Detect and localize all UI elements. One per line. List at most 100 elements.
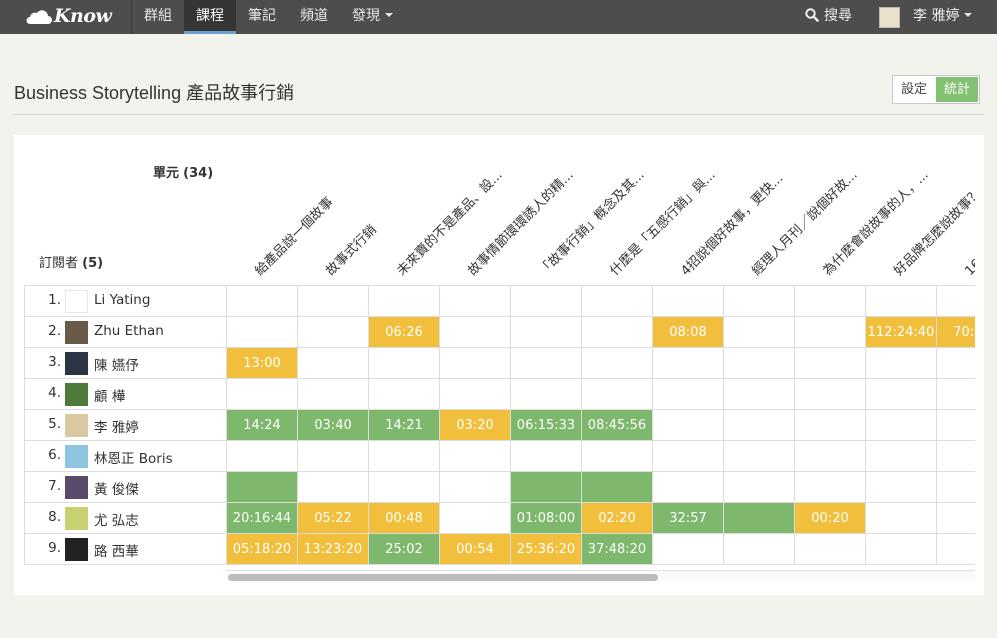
column-header[interactable]: 16: [962, 256, 975, 280]
time-cell: [937, 348, 975, 379]
time-cell: [369, 348, 440, 379]
settings-button[interactable]: 設定: [893, 76, 935, 103]
time-cell: [937, 410, 975, 441]
time-cell: [866, 472, 937, 503]
time-cell: [369, 379, 440, 410]
row-index: 3.: [48, 354, 61, 370]
time-cell: [653, 410, 724, 441]
nav-divider: [131, 0, 132, 34]
time-cell: 112:24:40: [866, 317, 937, 348]
time-cell: 20:16:44: [227, 503, 298, 534]
time-cell: [937, 286, 975, 317]
time-cell: [724, 317, 795, 348]
subscriber-name[interactable]: Li Yating: [94, 292, 150, 308]
user-name: 李 雅婷: [913, 8, 960, 24]
row-index: 4.: [48, 385, 61, 401]
nav-item-discover[interactable]: 發現: [352, 0, 393, 34]
time-cell: [653, 286, 724, 317]
scrollbar-thumb[interactable]: [228, 574, 658, 581]
units-count: (34): [183, 166, 214, 181]
avatar[interactable]: [65, 383, 88, 406]
time-cell: [440, 286, 511, 317]
subscriber-name[interactable]: 黃 俊傑: [94, 478, 139, 498]
time-cell: [440, 379, 511, 410]
subscriber-cell: 6. 林恩正 Boris: [25, 441, 227, 472]
row-index: 8.: [48, 509, 61, 525]
subscriber-name[interactable]: Zhu Ethan: [94, 323, 164, 339]
subscribers-label: 訂閱者: [39, 256, 79, 271]
time-cell: [724, 410, 795, 441]
avatar[interactable]: [65, 352, 88, 375]
subscriber-name[interactable]: 尤 弘志: [94, 509, 139, 529]
subscriber-name[interactable]: 陳 嬿伃: [94, 354, 139, 374]
chevron-down-icon: [385, 13, 393, 17]
nav-item-notes[interactable]: 筆記: [248, 0, 276, 34]
time-cell: [937, 379, 975, 410]
row-index: 2.: [48, 323, 61, 339]
time-cell: [795, 410, 866, 441]
time-cell: [795, 472, 866, 503]
time-cell: 00:48: [369, 503, 440, 534]
time-cell: [866, 348, 937, 379]
time-cell: [227, 441, 298, 472]
subscribers-count: (5): [82, 256, 104, 271]
nav-item-channels[interactable]: 頻道: [300, 0, 328, 34]
cloud-icon: [26, 10, 52, 24]
nav-item-courses[interactable]: 課程: [184, 0, 236, 34]
time-cell: [511, 317, 582, 348]
time-cell: [582, 441, 653, 472]
time-cell: 25:36:20: [511, 534, 582, 565]
subscriber-cell: 2. Zhu Ethan: [25, 317, 227, 348]
avatar: [879, 7, 900, 28]
search-label: 搜尋: [824, 8, 852, 24]
subscriber-name[interactable]: 路 西華: [94, 540, 139, 560]
row-index: 5.: [48, 416, 61, 432]
subscriber-cell: 3. 陳 嬿伃: [25, 348, 227, 379]
units-count-label: 單元 (34): [153, 162, 213, 181]
table-row: 8. 尤 弘志 20:16:44 05:22 00:48 01:08:00 02:20 32:…: [25, 503, 975, 534]
avatar[interactable]: [65, 290, 88, 313]
time-cell: [511, 348, 582, 379]
row-index: 6.: [48, 447, 61, 463]
table-row: 2. Zhu Ethan 06:26 08:08 112:24:4070:40: [25, 317, 975, 348]
avatar[interactable]: [65, 445, 88, 468]
top-navbar: Know 群組 課程 筆記 頻道 發現 搜尋 李 雅婷: [0, 0, 997, 34]
stats-button[interactable]: 統計: [935, 76, 980, 103]
time-cell: [298, 348, 369, 379]
time-cell: [440, 317, 511, 348]
time-cell: [724, 441, 795, 472]
subscriber-name[interactable]: 林恩正 Boris: [94, 447, 173, 467]
avatar[interactable]: [65, 321, 88, 344]
subscriber-name[interactable]: 顧 樺: [94, 385, 125, 405]
time-cell: 14:21: [369, 410, 440, 441]
horizontal-scrollbar[interactable]: [226, 570, 975, 582]
stats-table: 1. Li Yating 2. Zhu Ethan 06:26 08:08 112:24:4…: [24, 285, 975, 565]
time-cell: [511, 379, 582, 410]
time-cell: 32:57: [653, 503, 724, 534]
time-cell: [298, 286, 369, 317]
time-cell: [298, 441, 369, 472]
time-cell: 03:40: [298, 410, 369, 441]
subscriber-cell: 9. 路 西華: [25, 534, 227, 565]
units-label: 單元: [153, 166, 180, 181]
table-row: 1. Li Yating: [25, 286, 975, 317]
view-toggle: 設定 統計: [892, 75, 981, 104]
time-cell: 06:26: [369, 317, 440, 348]
time-cell: [866, 379, 937, 410]
time-cell: [724, 348, 795, 379]
column-header[interactable]: 故事式行銷: [323, 222, 382, 281]
avatar[interactable]: [65, 476, 88, 499]
nav-item-groups[interactable]: 群組: [144, 0, 172, 34]
time-cell: [298, 379, 369, 410]
time-cell: [653, 379, 724, 410]
time-cell: 08:45:56: [582, 410, 653, 441]
time-cell: 13:23:20: [298, 534, 369, 565]
subscriber-name[interactable]: 李 雅婷: [94, 416, 139, 436]
avatar[interactable]: [65, 414, 88, 437]
avatar[interactable]: [65, 538, 88, 561]
time-cell: [795, 379, 866, 410]
avatar[interactable]: [65, 507, 88, 530]
time-cell: [724, 503, 795, 534]
search-link[interactable]: 搜尋: [805, 0, 852, 34]
time-cell: [298, 472, 369, 503]
